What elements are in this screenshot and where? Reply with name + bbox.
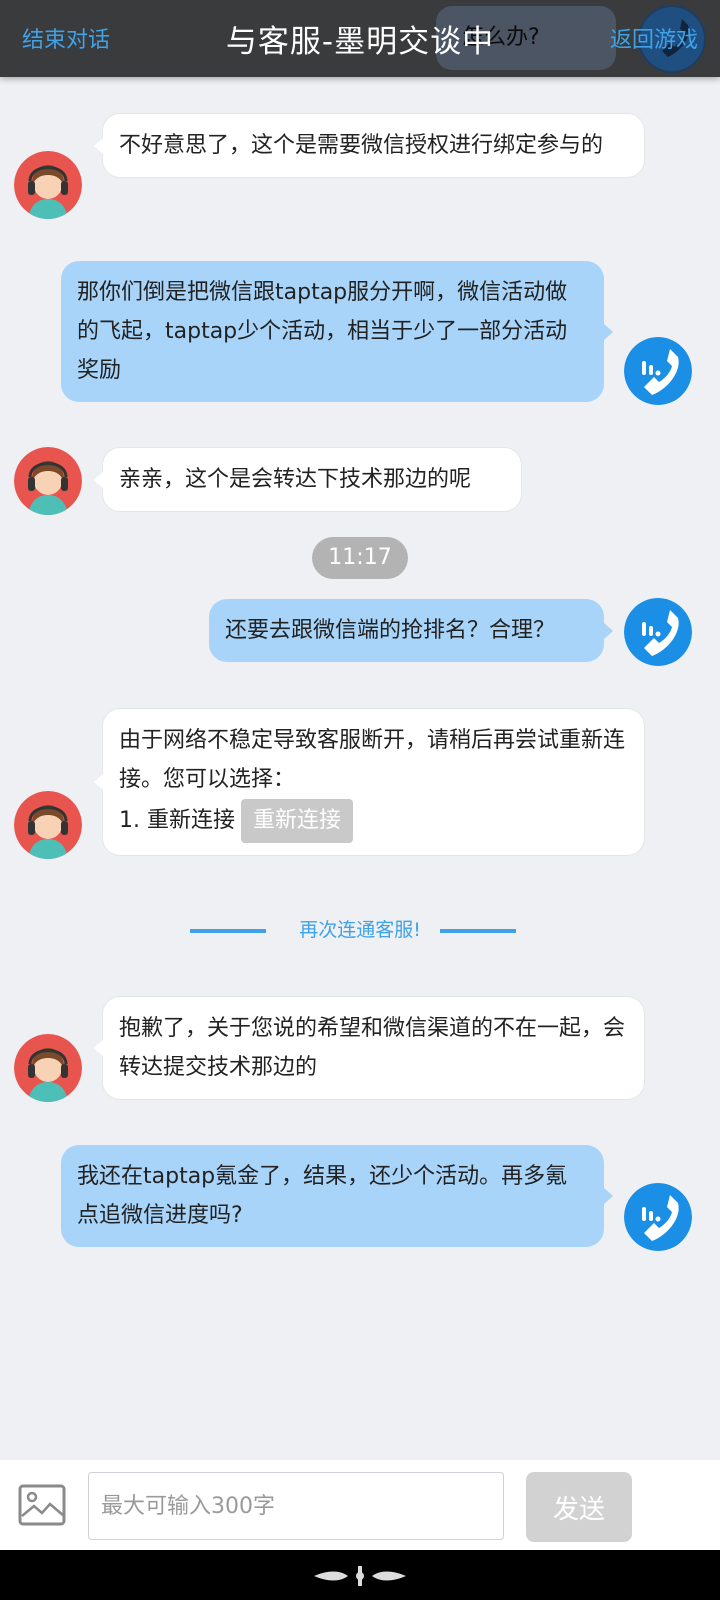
message-text: 不好意思了，这个是需要微信授权进行绑定参与的 [119,133,604,158]
user-avatar [624,598,692,666]
message-input[interactable] [88,1472,504,1540]
message-text: 抱歉了，关于您说的希望和微信渠道的不在一起，会转达提交技术那边的 [119,1016,626,1080]
agent-avatar [14,1034,82,1102]
divider-line-right [440,929,516,933]
image-icon [18,1484,66,1526]
customer-service-headset-icon [14,1034,82,1102]
chat-header: 怎么办? 结束对话 与客服-墨明交谈中 返回游戏 [0,0,720,77]
agent-avatar [14,151,82,219]
message-text: 我还在taptap氪金了，结果，还少个活动。再多氪点追微信进度吗? [77,1164,568,1228]
agent-message-bubble: 由于网络不稳定导致客服断开，请稍后再尝试重新连接。您可以选择： 1. 重新连接重… [94,708,645,856]
reconnect-button[interactable]: 重新连接 [240,799,353,843]
reconnect-link[interactable]: 再次连通客服! [0,915,720,945]
system-navigation-bar [0,1550,720,1600]
agent-avatar [14,791,82,859]
phone-call-icon [624,337,692,405]
agent-message-bubble: 不好意思了，这个是需要微信授权进行绑定参与的 [94,113,645,178]
customer-service-headset-icon [14,447,82,515]
user-avatar [624,337,692,405]
reconnect-divider: 再次连通客服! [0,915,720,945]
message-text: 那你们倒是把微信跟taptap服分开啊，微信活动做的飞起，taptap少个活动，… [77,280,568,383]
message-text: 由于网络不稳定导致客服断开，请稍后再尝试重新连接。您可以选择： [119,728,626,792]
timestamp-pill: 11:17 [312,537,408,579]
agent-message-bubble: 抱歉了，关于您说的希望和微信渠道的不在一起，会转达提交技术那边的 [94,996,645,1100]
image-picker-button[interactable] [18,1484,66,1526]
message-input-bar: 发送 [0,1460,720,1550]
customer-service-headset-icon [14,791,82,859]
navigation-handle-icon [314,1566,406,1586]
chat-message-list[interactable]: 不好意思了，这个是需要微信授权进行绑定参与的 那你们倒是把微信跟taptap服分… [0,77,720,1460]
message-text: 还要去跟微信端的抢排名？合理？ [225,618,556,643]
user-message-bubble: 那你们倒是把微信跟taptap服分开啊，微信活动做的飞起，taptap少个活动，… [61,261,613,402]
message-text: 亲亲，这个是会转达下技术那边的呢 [119,467,472,492]
user-message-bubble: 还要去跟微信端的抢排名？合理？ [209,599,613,662]
navigation-handle[interactable] [312,1564,408,1588]
back-to-game-button[interactable]: 返回游戏 [610,22,698,54]
agent-avatar [14,447,82,515]
user-message-bubble: 我还在taptap氪金了，结果，还少个活动。再多氪点追微信进度吗? [61,1145,613,1247]
phone-call-icon [624,1183,692,1251]
customer-service-headset-icon [14,151,82,219]
agent-message-bubble: 亲亲，这个是会转达下技术那边的呢 [94,447,522,512]
send-button[interactable]: 发送 [526,1472,632,1542]
phone-call-icon [624,598,692,666]
user-avatar [624,1183,692,1251]
option-text: 1. 重新连接 [119,808,235,833]
